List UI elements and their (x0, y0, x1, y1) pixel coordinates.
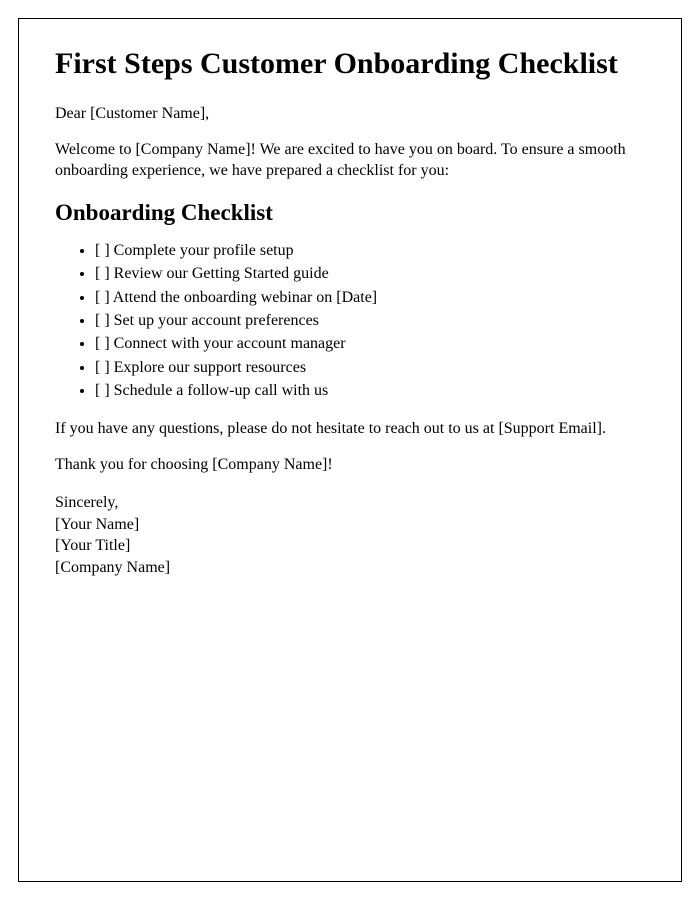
page-title: First Steps Customer Onboarding Checklis… (55, 47, 645, 82)
list-item: [ ] Attend the onboarding webinar on [Da… (95, 287, 645, 309)
checklist-heading: Onboarding Checklist (55, 200, 645, 226)
list-item: [ ] Connect with your account manager (95, 333, 645, 355)
checklist-list: [ ] Complete your profile setup [ ] Revi… (55, 240, 645, 403)
list-item: [ ] Schedule a follow-up call with us (95, 380, 645, 402)
thank-you-line: Thank you for choosing [Company Name]! (55, 455, 645, 476)
intro-paragraph: Welcome to [Company Name]! We are excite… (55, 140, 645, 182)
signature-closing: Sincerely, (55, 492, 645, 514)
signature-name: [Your Name] (55, 514, 645, 536)
signature-title: [Your Title] (55, 535, 645, 557)
document-page: First Steps Customer Onboarding Checklis… (18, 18, 682, 882)
list-item: [ ] Review our Getting Started guide (95, 263, 645, 285)
greeting-line: Dear [Customer Name], (55, 104, 645, 125)
list-item: [ ] Explore our support resources (95, 357, 645, 379)
list-item: [ ] Complete your profile setup (95, 240, 645, 262)
list-item: [ ] Set up your account preferences (95, 310, 645, 332)
footer-paragraph: If you have any questions, please do not… (55, 419, 645, 440)
signature-block: Sincerely, [Your Name] [Your Title] [Com… (55, 492, 645, 578)
signature-company: [Company Name] (55, 557, 645, 579)
